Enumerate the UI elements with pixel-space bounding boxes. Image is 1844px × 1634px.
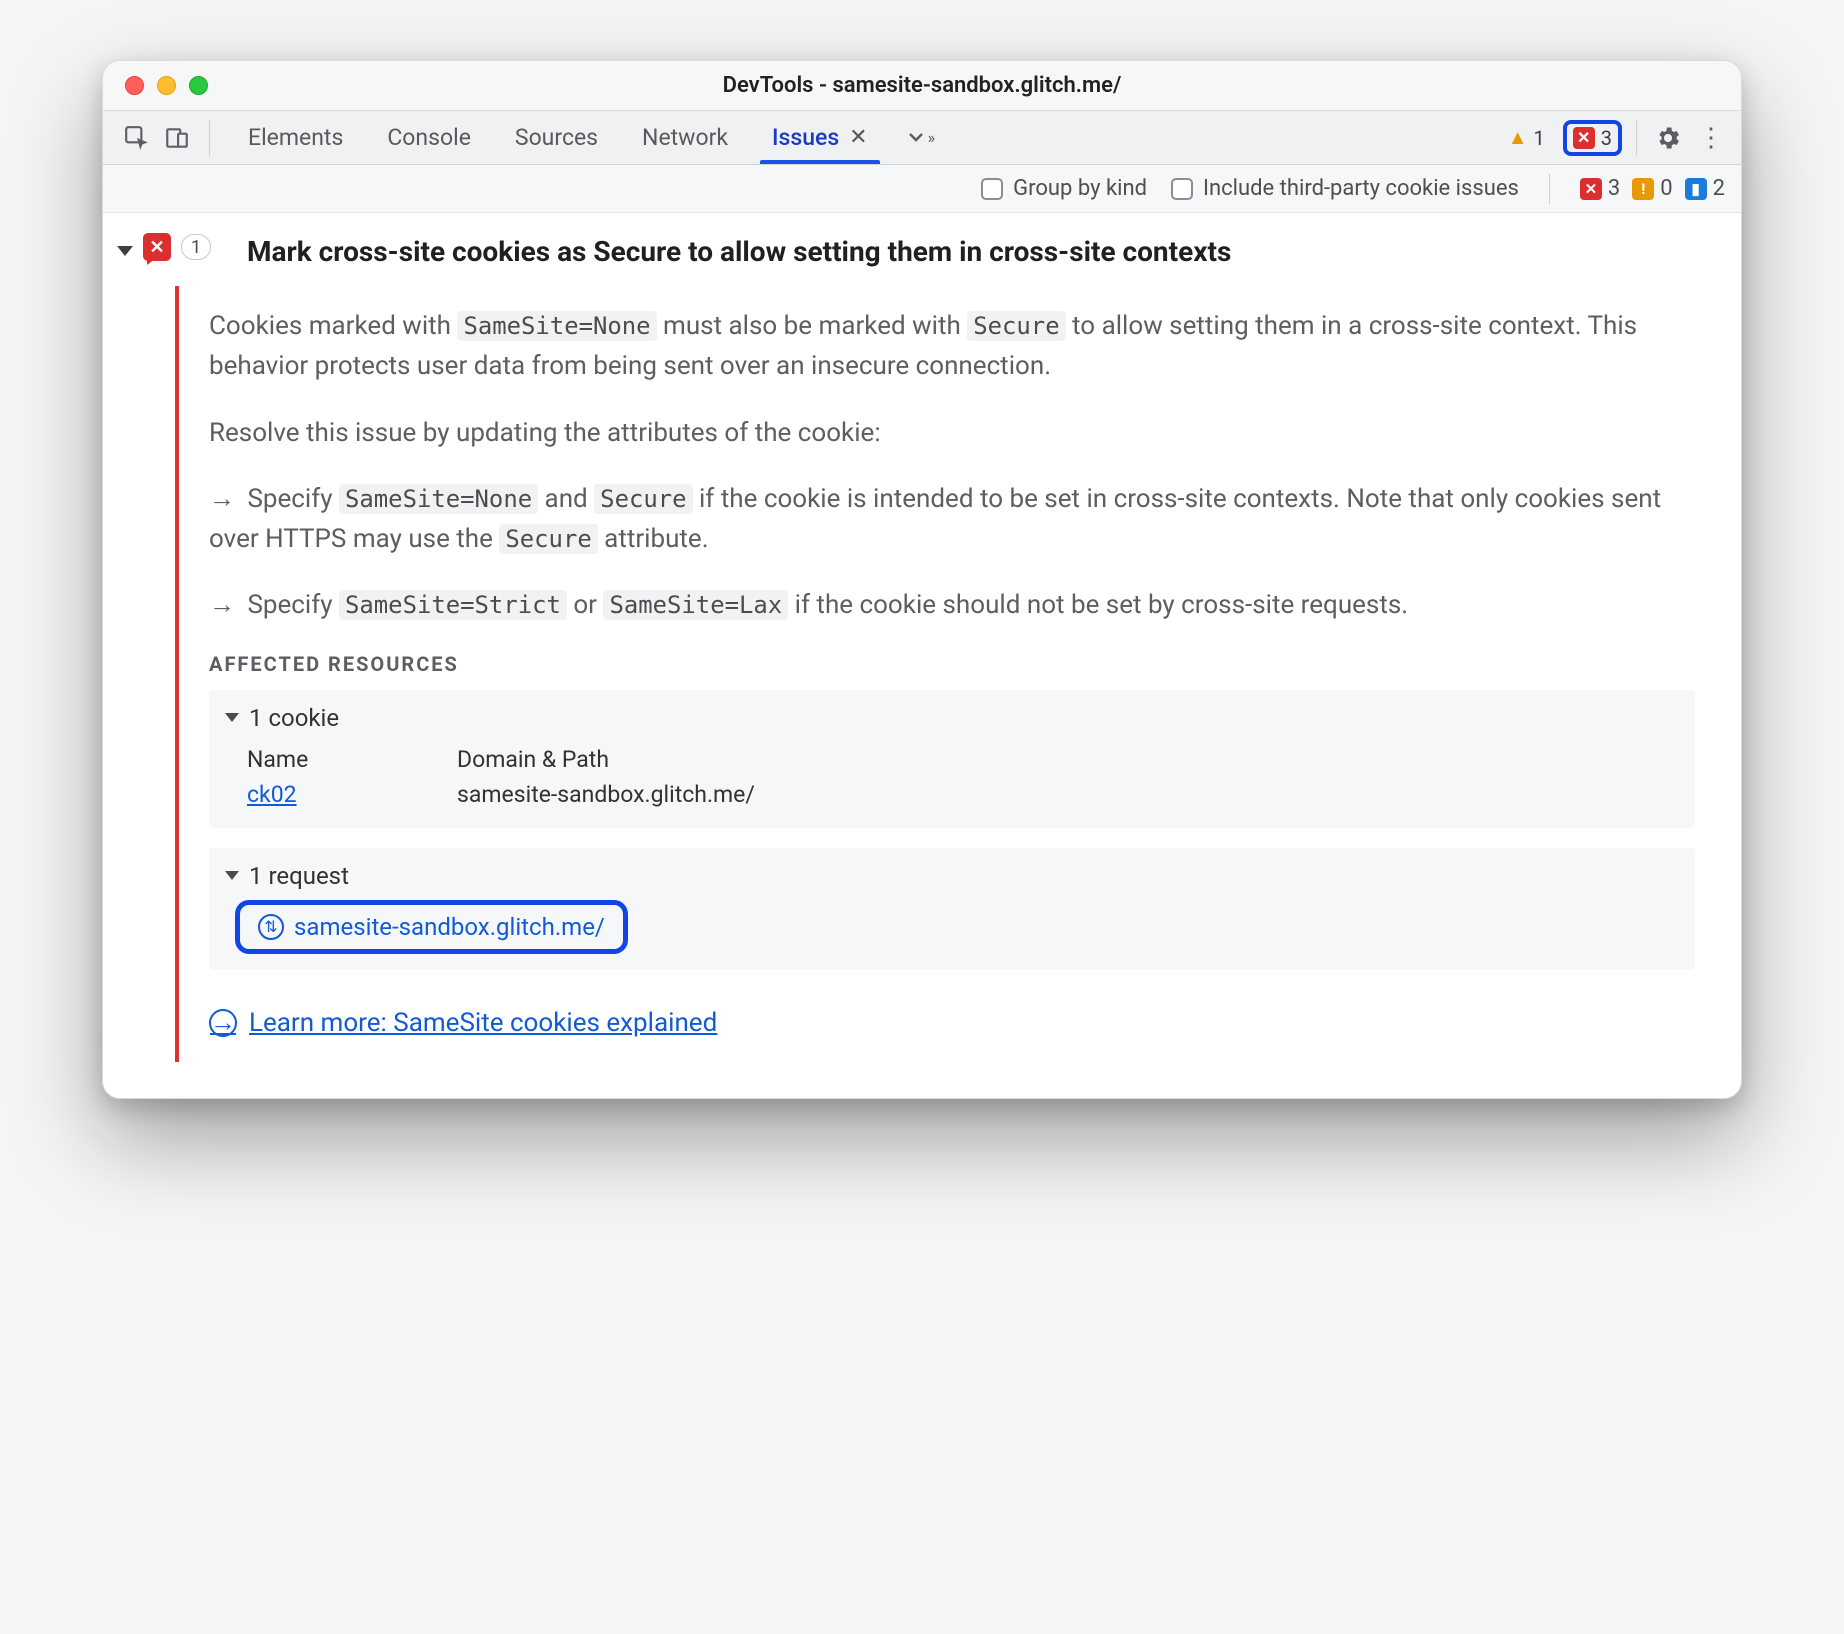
checkbox-box <box>1171 178 1193 200</box>
titlebar: DevTools - samesite-sandbox.glitch.me/ <box>103 61 1741 111</box>
warning-icon: ▲ <box>1508 125 1528 150</box>
tabbar-separator <box>1636 120 1637 156</box>
error-icon: ✕ <box>1580 178 1602 200</box>
desc-text: Resolve this issue by updating the attri… <box>209 413 1695 453</box>
learn-more-link[interactable]: → Learn more: SameSite cookies explained <box>209 1008 717 1038</box>
network-icon: ⇅ <box>258 914 284 940</box>
tab-console[interactable]: Console <box>365 111 493 164</box>
chevron-down-icon <box>225 871 239 880</box>
affected-requests-title: 1 request <box>249 862 349 890</box>
top-warning-count-value: 1 <box>1534 126 1545 150</box>
arrow-icon: → <box>209 585 235 625</box>
filter-warning-count[interactable]: ! 0 <box>1632 176 1672 201</box>
issue-row[interactable]: ✕ 1 Mark cross-site cookies as Secure to… <box>103 223 1741 278</box>
minimize-window-button[interactable] <box>157 76 176 95</box>
cookie-table: Name Domain & Path ck02 samesite-sandbox… <box>225 742 1679 812</box>
code-literal: SameSite=None <box>339 484 538 514</box>
col-domain: Domain & Path <box>457 746 609 773</box>
filter-error-count-value: 3 <box>1608 176 1620 201</box>
learn-more-text: Learn more: SameSite cookies explained <box>249 1008 717 1038</box>
top-error-count-value: 3 <box>1601 126 1612 150</box>
arrow-icon: → <box>209 479 235 519</box>
desc-text: attribute. <box>598 524 709 554</box>
col-name: Name <box>247 746 427 773</box>
top-warning-count[interactable]: ▲ 1 <box>1500 123 1553 153</box>
top-error-count[interactable]: ✕ 3 <box>1563 120 1622 156</box>
code-literal: Secure <box>594 484 692 514</box>
cookie-name-link[interactable]: ck02 <box>247 781 297 808</box>
settings-icon[interactable] <box>1651 121 1685 155</box>
traffic-lights <box>125 76 208 95</box>
group-by-kind-checkbox[interactable]: Group by kind <box>981 176 1147 201</box>
affected-requests-header[interactable]: 1 request <box>225 862 1679 890</box>
code-literal: Secure <box>499 524 597 554</box>
issue-count-badge: 1 <box>181 234 211 260</box>
checkbox-box <box>981 178 1003 200</box>
devtools-window: DevTools - samesite-sandbox.glitch.me/ E… <box>102 60 1742 1099</box>
cookie-domain: samesite-sandbox.glitch.me/ <box>457 781 755 808</box>
close-tab-icon[interactable]: ✕ <box>849 125 867 150</box>
error-icon: ✕ <box>1573 127 1595 149</box>
arrow-right-circle-icon: → <box>209 1009 237 1037</box>
desc-text: Specify <box>247 484 339 514</box>
window-title: DevTools - samesite-sandbox.glitch.me/ <box>103 73 1741 98</box>
third-party-checkbox[interactable]: Include third-party cookie issues <box>1171 176 1519 201</box>
affected-cookies-title: 1 cookie <box>249 704 339 732</box>
info-icon: ▮ <box>1685 178 1707 200</box>
code-literal: SameSite=None <box>457 311 656 341</box>
table-row: ck02 samesite-sandbox.glitch.me/ <box>225 777 1679 812</box>
issues-panel: ✕ 1 Mark cross-site cookies as Secure to… <box>103 213 1741 1098</box>
desc-text: or <box>567 590 604 620</box>
filter-info-count[interactable]: ▮ 2 <box>1685 176 1725 201</box>
desc-text: Specify <box>247 590 339 620</box>
desc-text: Cookies marked with <box>209 311 457 341</box>
tab-elements[interactable]: Elements <box>226 111 365 164</box>
devtools-tabbar: Elements Console Sources Network Issues … <box>103 111 1741 165</box>
affected-resources-label: AFFECTED RESOURCES <box>209 652 1695 676</box>
affected-requests-block: 1 request ⇅ samesite-sandbox.glitch.me/ <box>209 848 1695 970</box>
close-window-button[interactable] <box>125 76 144 95</box>
tab-network[interactable]: Network <box>620 111 750 164</box>
tab-issues[interactable]: Issues ✕ <box>750 111 890 164</box>
desc-text: must also be marked with <box>657 311 968 341</box>
device-toolbar-icon[interactable] <box>161 122 193 154</box>
table-header-row: Name Domain & Path <box>225 742 1679 777</box>
issue-title: Mark cross-site cookies as Secure to all… <box>247 235 1231 268</box>
more-options-icon[interactable]: ⋮ <box>1695 121 1729 155</box>
affected-cookies-block: 1 cookie Name Domain & Path ck02 samesit… <box>209 690 1695 828</box>
code-literal: SameSite=Strict <box>339 590 567 620</box>
page-error-icon: ✕ <box>143 233 171 261</box>
request-url: samesite-sandbox.glitch.me/ <box>294 913 605 941</box>
tab-issues-label: Issues <box>772 124 839 151</box>
filter-warning-count-value: 0 <box>1660 176 1672 201</box>
warning-icon: ! <box>1632 178 1654 200</box>
affected-cookies-header[interactable]: 1 cookie <box>225 704 1679 732</box>
code-literal: Secure <box>967 311 1065 341</box>
chevron-down-icon <box>225 713 239 722</box>
tabbar-separator <box>209 120 210 156</box>
maximize-window-button[interactable] <box>189 76 208 95</box>
desc-text: and <box>538 484 594 514</box>
issue-detail: Cookies marked with SameSite=None must a… <box>175 286 1721 1062</box>
request-link[interactable]: ⇅ samesite-sandbox.glitch.me/ <box>235 900 628 954</box>
filter-error-count[interactable]: ✕ 3 <box>1580 176 1620 201</box>
desc-text: if the cookie should not be set by cross… <box>788 590 1408 620</box>
issue-description: Cookies marked with SameSite=None must a… <box>209 306 1695 626</box>
more-tabs-button[interactable]: » <box>890 111 950 164</box>
chevron-down-icon[interactable] <box>117 246 133 256</box>
filter-info-count-value: 2 <box>1713 176 1725 201</box>
code-literal: SameSite=Lax <box>603 590 788 620</box>
issues-filterbar: Group by kind Include third-party cookie… <box>103 165 1741 213</box>
inspect-element-icon[interactable] <box>121 122 153 154</box>
filter-separator <box>1549 174 1550 204</box>
tab-sources[interactable]: Sources <box>493 111 620 164</box>
third-party-label: Include third-party cookie issues <box>1203 176 1519 201</box>
group-by-kind-label: Group by kind <box>1013 176 1147 201</box>
